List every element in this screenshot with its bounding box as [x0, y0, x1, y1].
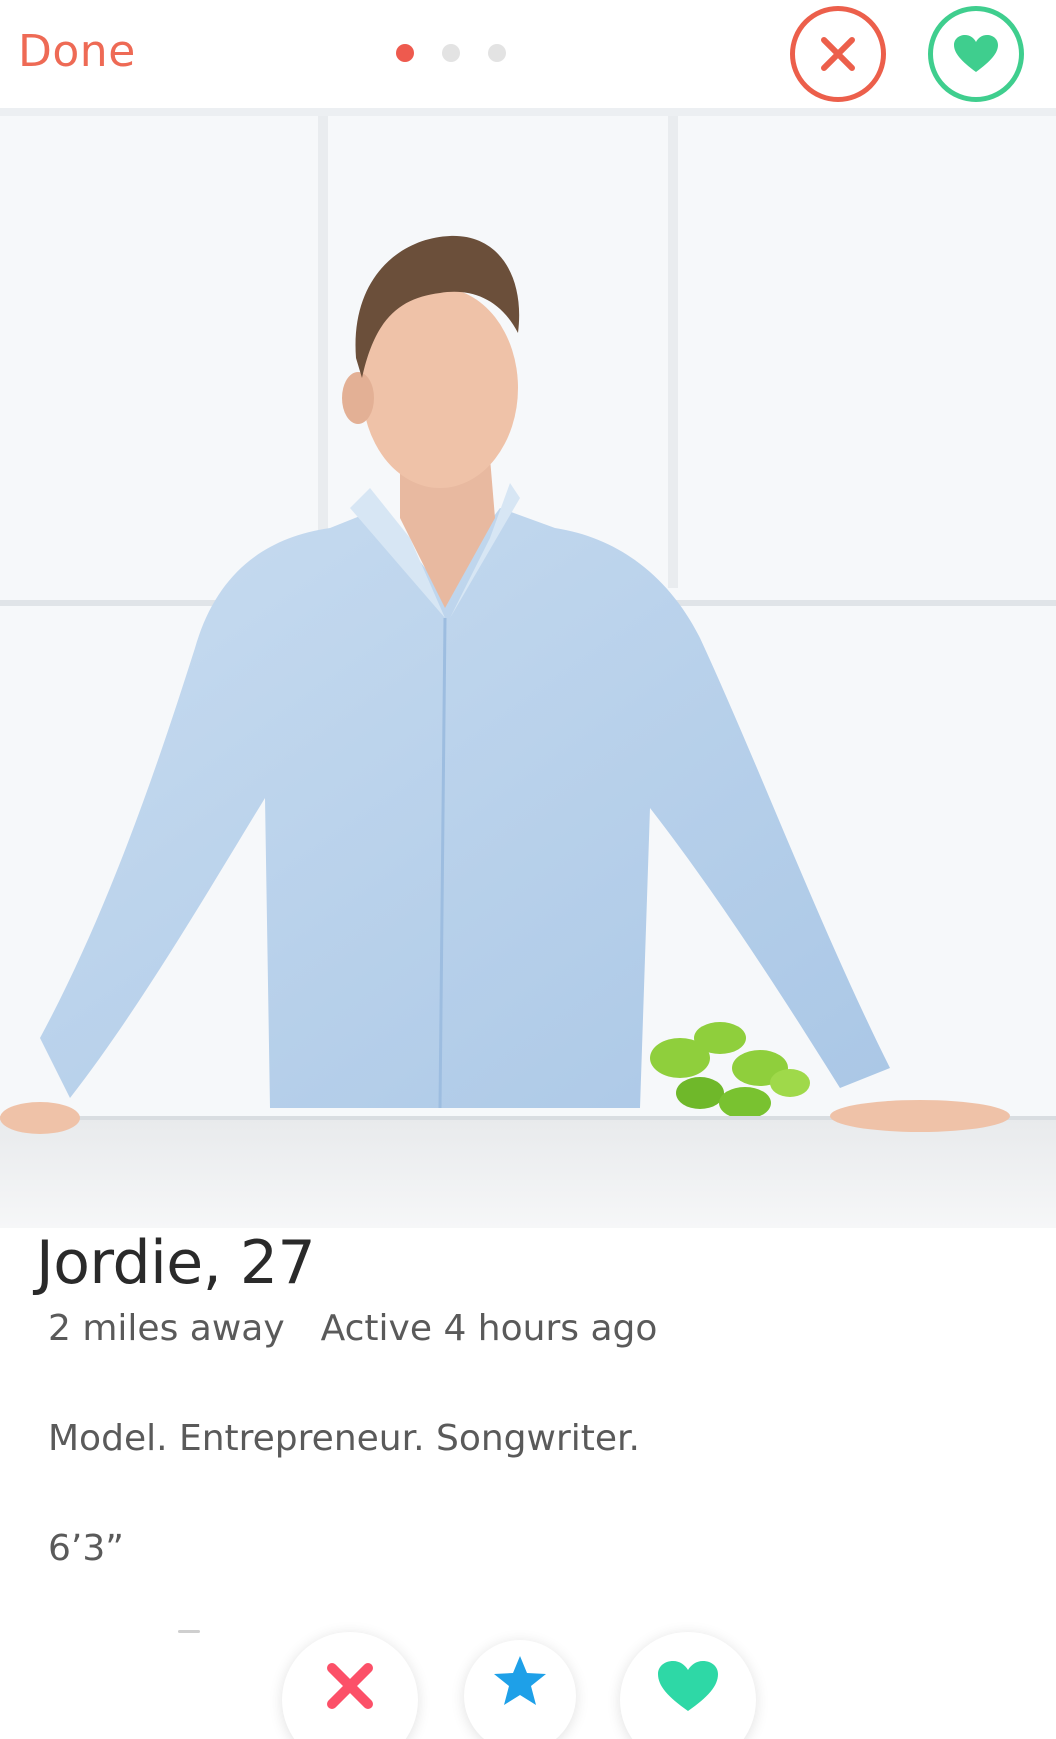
- profile-height: 6’3”: [48, 1528, 124, 1569]
- heart-icon: [954, 35, 998, 72]
- done-button[interactable]: Done: [18, 26, 136, 77]
- profile-photo[interactable]: [0, 108, 1056, 1228]
- nope-button[interactable]: [282, 1632, 418, 1739]
- like-button[interactable]: [620, 1632, 756, 1739]
- top-like-button[interactable]: [928, 6, 1024, 102]
- profile-name-age: Jordie, 27: [36, 1228, 316, 1298]
- profile-photo-illustration: [0, 108, 1056, 1228]
- top-bar: Done: [0, 0, 1056, 108]
- close-icon: [327, 1663, 373, 1709]
- close-icon: [821, 37, 855, 71]
- pager-dot-3[interactable]: [488, 44, 506, 62]
- distance-text: 2 miles away: [48, 1308, 285, 1349]
- pager-dot-1[interactable]: [396, 44, 414, 62]
- profile-meta: 2 miles away Active 4 hours ago: [48, 1308, 657, 1349]
- star-icon: [494, 1656, 546, 1705]
- profile-screen: Done Jordie, 27 2 miles away Active 4 ho…: [0, 0, 1056, 1739]
- profile-bio: Model. Entrepreneur. Songwriter.: [48, 1418, 640, 1459]
- last-active-text: Active 4 hours ago: [320, 1308, 658, 1349]
- photo-pager: [396, 44, 506, 62]
- pager-dot-2[interactable]: [442, 44, 460, 62]
- bottom-action-bar: [0, 1632, 1056, 1739]
- heart-icon: [658, 1661, 718, 1711]
- top-nope-button[interactable]: [790, 6, 886, 102]
- super-like-button[interactable]: [464, 1640, 576, 1739]
